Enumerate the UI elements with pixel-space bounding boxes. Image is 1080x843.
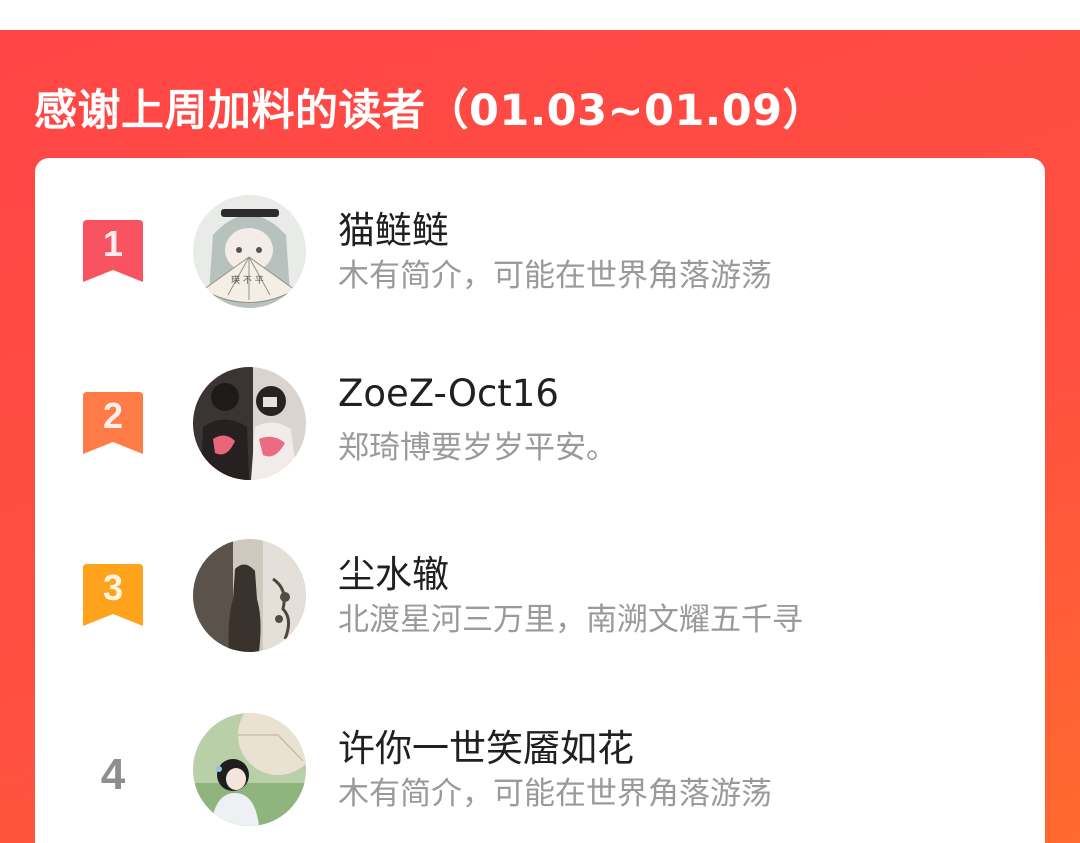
rank-number: 2 bbox=[102, 395, 124, 436]
svg-text:瑛 不 平: 瑛 不 平 bbox=[231, 274, 264, 286]
girl-parasol-avatar-icon[interactable] bbox=[193, 713, 306, 826]
rank-number: 3 bbox=[102, 567, 124, 608]
reader-bio: 郑琦博要岁岁平安。 bbox=[338, 430, 617, 466]
banner-title: 感谢上周加料的读者（01.03~01.09） bbox=[34, 86, 827, 136]
top-strip bbox=[0, 0, 1080, 30]
anime-girl-fan-avatar-icon[interactable]: 瑛 不 平 bbox=[193, 195, 306, 308]
reader-row-4[interactable]: 4 许你一世笑靥如花 木有简介，可能在世界角落游荡 bbox=[35, 710, 1045, 830]
reader-bio: 木有简介，可能在世界角落游荡 bbox=[338, 258, 772, 294]
rank-badge-bronze-icon: 3 bbox=[83, 564, 143, 626]
silhouette-window-avatar-icon[interactable] bbox=[193, 539, 306, 652]
reader-name[interactable]: ZoeZ-Oct16 bbox=[338, 372, 559, 415]
couple-photo-avatar-icon[interactable] bbox=[193, 367, 306, 480]
reader-name[interactable]: 许你一世笑靥如花 bbox=[338, 718, 634, 772]
reader-name[interactable]: 尘水辙 bbox=[338, 544, 449, 598]
reader-name[interactable]: 猫鲢鲢 bbox=[338, 200, 449, 254]
reader-bio: 北渡星河三万里，南溯文耀五千寻 bbox=[338, 602, 803, 638]
reader-list-card: 1 瑛 不 平 猫鲢鲢 木有简介，可能在世界角落游荡 2 ZoeZ-Oct16 … bbox=[35, 158, 1045, 843]
rank-badge-silver-icon: 2 bbox=[83, 392, 143, 454]
rank-number: 4 bbox=[100, 750, 126, 799]
rank-number: 1 bbox=[102, 223, 124, 264]
reader-bio: 木有简介，可能在世界角落游荡 bbox=[338, 776, 772, 812]
reader-row-1[interactable]: 1 瑛 不 平 猫鲢鲢 木有简介，可能在世界角落游荡 bbox=[35, 192, 1045, 312]
thanks-banner: 感谢上周加料的读者（01.03~01.09） 1 瑛 不 平 猫鲢鲢 木有简介，… bbox=[0, 30, 1080, 843]
rank-badge-gold-icon: 1 bbox=[83, 220, 143, 282]
reader-row-2[interactable]: 2 ZoeZ-Oct16 郑琦博要岁岁平安。 bbox=[35, 364, 1045, 484]
reader-row-3[interactable]: 3 尘水辙 北渡星河三万里，南溯文耀五千寻 bbox=[35, 536, 1045, 656]
